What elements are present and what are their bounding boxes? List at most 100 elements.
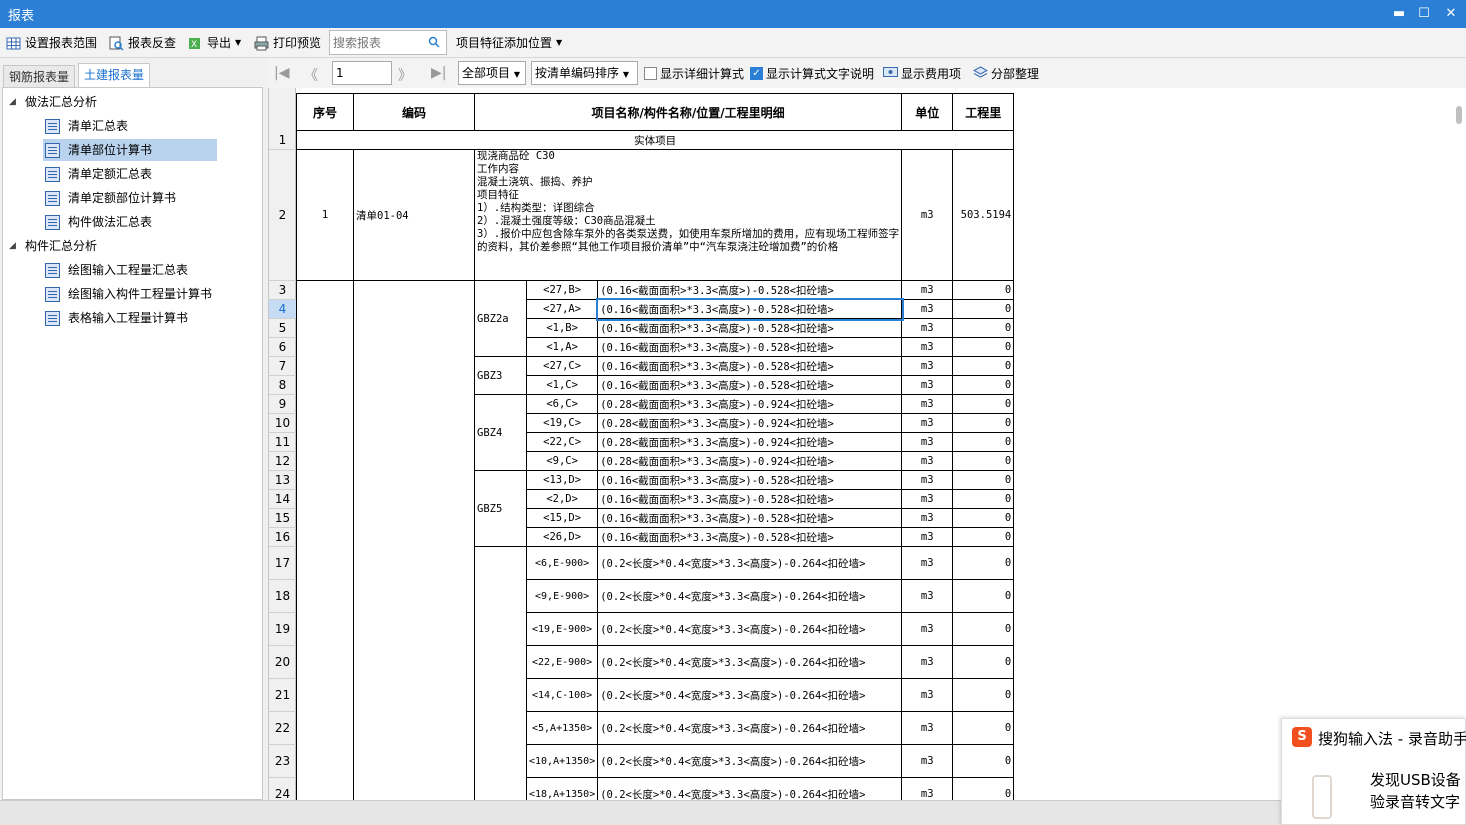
row-number[interactable]: 24 xyxy=(269,778,296,801)
maximize-icon[interactable]: ☐ xyxy=(1413,3,1435,25)
row-number[interactable]: 15 xyxy=(269,509,296,528)
table-row[interactable]: GBZ2a <27,B> (0.16<截面面积>*3.3<高度>)-0.528<扣砼… xyxy=(296,280,1015,800)
formula-cell[interactable]: (0.16<截面面积>*3.3<高度>)-0.528<扣砼墙> xyxy=(597,508,903,528)
unit-cell[interactable]: m3 xyxy=(901,678,954,712)
last-page-icon[interactable]: ▶| xyxy=(431,65,446,81)
sort-select[interactable]: 按清单编码排序 ▼ xyxy=(531,61,638,85)
unit-cell[interactable]: m3 xyxy=(901,337,954,357)
location-cell[interactable]: <1,A> xyxy=(525,337,599,357)
formula-cell[interactable]: (0.2<长度>*0.4<宽度>*3.3<高度>)-0.264<扣砼墙> xyxy=(597,612,903,646)
tree-item[interactable]: 绘图输入构件工程量计算书 xyxy=(45,283,212,305)
tree-group-method[interactable]: ◢ 做法汇总分析 xyxy=(9,91,97,113)
vertical-scrollbar[interactable] xyxy=(1456,106,1462,124)
formula-cell[interactable]: (0.2<长度>*0.4<宽度>*3.3<高度>)-0.264<扣砼墙> xyxy=(597,645,903,679)
formula-cell[interactable]: (0.28<截面面积>*3.3<高度>)-0.924<扣砼墙> xyxy=(597,413,903,433)
formula-cell[interactable]: (0.28<截面面积>*3.3<高度>)-0.924<扣砼墙> xyxy=(597,432,903,452)
row-number[interactable]: 21 xyxy=(269,679,296,712)
qty-cell[interactable]: 0 xyxy=(952,337,1015,357)
formula-cell[interactable]: (0.16<截面面积>*3.3<高度>)-0.528<扣砼墙> xyxy=(597,337,903,357)
tree-group-component[interactable]: ◢ 构件汇总分析 xyxy=(9,235,97,257)
row-number[interactable]: 2 xyxy=(269,150,296,281)
unit-cell[interactable]: m3 xyxy=(901,612,954,646)
location-cell[interactable]: <27,A> xyxy=(525,299,599,319)
qty-cell[interactable]: 0 xyxy=(952,645,1015,679)
tree-item[interactable]: 清单汇总表 xyxy=(45,115,128,137)
location-cell[interactable]: <13,D> xyxy=(525,470,599,490)
code-cell[interactable] xyxy=(353,280,475,800)
section-cell[interactable]: 实体项目 xyxy=(295,130,1015,150)
unit-cell[interactable]: m3 xyxy=(901,489,954,509)
item-qty[interactable]: 503.5194 xyxy=(952,149,1015,281)
row-number[interactable]: 17 xyxy=(269,547,296,580)
location-cell[interactable]: <22,C> xyxy=(525,432,599,452)
formula-cell[interactable]: (0.16<截面面积>*3.3<高度>)-0.528<扣砼墙> xyxy=(597,489,903,509)
formula-cell[interactable]: (0.16<截面面积>*3.3<高度>)-0.528<扣砼墙> xyxy=(597,527,903,547)
qty-cell[interactable]: 0 xyxy=(952,744,1015,778)
unit-cell[interactable]: m3 xyxy=(901,527,954,547)
row-number[interactable]: 7 xyxy=(269,357,296,376)
search-input[interactable] xyxy=(330,31,426,54)
row-number[interactable]: 14 xyxy=(269,490,296,509)
formula-cell[interactable]: (0.28<截面面积>*3.3<高度>)-0.924<扣砼墙> xyxy=(597,451,903,471)
qty-cell[interactable]: 0 xyxy=(952,413,1015,433)
close-icon[interactable]: ✕ xyxy=(1440,3,1462,25)
unit-cell[interactable]: m3 xyxy=(901,318,954,338)
row-number[interactable]: 13 xyxy=(269,471,296,490)
location-cell[interactable]: <27,C> xyxy=(525,356,599,376)
row-number[interactable]: 5 xyxy=(269,319,296,338)
location-cell[interactable]: <6,C> xyxy=(525,394,599,414)
split-button[interactable]: 分部整理 xyxy=(972,65,1039,82)
first-page-icon[interactable]: |◀ xyxy=(274,65,289,81)
row-number[interactable]: 1 xyxy=(269,131,296,150)
row-number[interactable]: 11 xyxy=(269,433,296,452)
location-cell[interactable]: <19,C> xyxy=(525,413,599,433)
qty-cell[interactable]: 0 xyxy=(952,375,1015,395)
location-cell[interactable]: <1,B> xyxy=(525,318,599,338)
formula-cell[interactable]: (0.2<长度>*0.4<宽度>*3.3<高度>)-0.264<扣砼墙> xyxy=(597,744,903,778)
next-page-icon[interactable]: 》 xyxy=(398,65,412,85)
tree-item[interactable]: 清单定额部位计算书 xyxy=(45,187,176,209)
qty-cell[interactable]: 0 xyxy=(952,489,1015,509)
item-seq[interactable]: 1 xyxy=(296,149,354,281)
reverse-check-button[interactable]: 报表反查 xyxy=(109,32,176,54)
location-cell[interactable]: <18,A+1350> xyxy=(525,777,599,800)
row-number[interactable]: 12 xyxy=(269,452,296,471)
formula-cell[interactable]: (0.16<截面面积>*3.3<高度>)-0.528<扣砼墙> xyxy=(597,318,903,338)
unit-cell[interactable]: m3 xyxy=(901,432,954,452)
formula-cell[interactable]: (0.2<长度>*0.4<宽度>*3.3<高度>)-0.264<扣砼墙> xyxy=(597,546,903,580)
formula-cell[interactable]: (0.2<长度>*0.4<宽度>*3.3<高度>)-0.264<扣砼墙> xyxy=(597,678,903,712)
unit-cell[interactable]: m3 xyxy=(901,508,954,528)
formula-cell[interactable]: (0.2<长度>*0.4<宽度>*3.3<高度>)-0.264<扣砼墙> xyxy=(597,579,903,613)
export-button[interactable]: X 导出 ▼ xyxy=(188,32,241,54)
location-cell[interactable]: <2,D> xyxy=(525,489,599,509)
location-cell[interactable]: <15,D> xyxy=(525,508,599,528)
unit-cell[interactable]: m3 xyxy=(901,711,954,745)
component-cell[interactable] xyxy=(474,546,527,800)
qty-cell[interactable]: 0 xyxy=(952,356,1015,376)
location-cell[interactable]: <26,D> xyxy=(525,527,599,547)
qty-cell[interactable]: 0 xyxy=(952,579,1015,613)
qty-cell[interactable]: 0 xyxy=(952,470,1015,490)
prev-page-icon[interactable]: 《 xyxy=(304,65,318,85)
show-detail-checkbox[interactable]: 显示详细计算式 xyxy=(644,65,744,82)
location-cell[interactable]: <5,A+1350> xyxy=(525,711,599,745)
location-cell[interactable]: <14,C-100> xyxy=(525,678,599,712)
item-desc[interactable]: 现浇商品砼 C30 工作内容 混凝土浇筑、振捣、养护 项目特征 1）.结构类型：… xyxy=(473,149,903,281)
qty-cell[interactable]: 0 xyxy=(952,451,1015,471)
component-cell[interactable]: GBZ3 xyxy=(474,356,527,395)
section-row[interactable]: 实体项目 xyxy=(295,130,1015,150)
row-number[interactable]: 16 xyxy=(269,528,296,547)
ime-notification[interactable]: S 搜狗输入法 - 录音助手 发现USB设备 验录音转文字 xyxy=(1281,718,1466,825)
row-number[interactable]: 8 xyxy=(269,376,296,395)
qty-cell[interactable]: 0 xyxy=(952,299,1015,319)
unit-cell[interactable]: m3 xyxy=(901,777,954,800)
expand-icon[interactable]: ◢ xyxy=(9,91,25,113)
formula-cell[interactable]: (0.16<截面面积>*3.3<高度>)-0.528<扣砼墙> xyxy=(597,375,903,395)
set-range-button[interactable]: 设置报表范围 xyxy=(6,32,97,54)
location-cell[interactable]: <1,C> xyxy=(525,375,599,395)
tree-item-selected[interactable]: 清单部位计算书 xyxy=(43,139,217,161)
tree-item[interactable]: 绘图输入工程量汇总表 xyxy=(45,259,188,281)
location-cell[interactable]: <22,E-900> xyxy=(525,645,599,679)
component-cell[interactable]: GBZ5 xyxy=(474,470,527,547)
page-number-input[interactable]: 1 xyxy=(332,61,392,85)
